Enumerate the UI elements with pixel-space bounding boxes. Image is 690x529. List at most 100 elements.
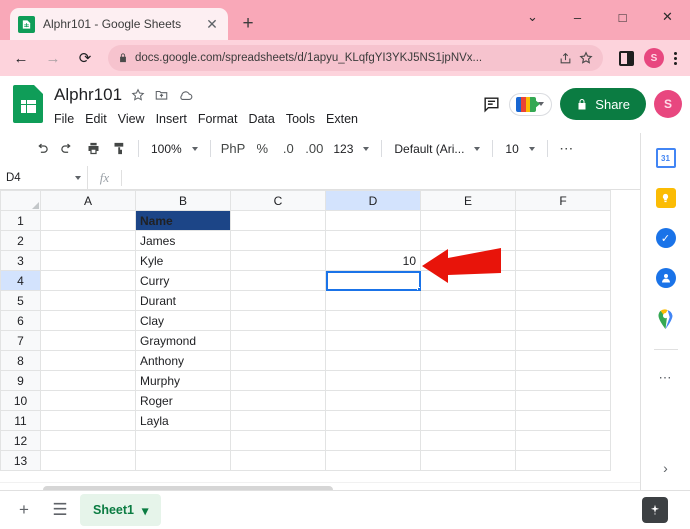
cell-e8[interactable] xyxy=(420,350,516,371)
cell-d4-selected[interactable] xyxy=(325,270,421,291)
cell-f12[interactable] xyxy=(515,430,611,451)
column-header-b[interactable]: B xyxy=(135,190,231,211)
document-title[interactable]: Alphr101 xyxy=(54,85,122,105)
print-icon[interactable] xyxy=(80,136,106,162)
cloud-saved-icon[interactable] xyxy=(178,89,194,102)
address-bar[interactable]: docs.google.com/spreadsheets/d/1apyu_KLq… xyxy=(108,45,603,71)
select-all-corner[interactable] xyxy=(0,190,41,211)
menu-item-data[interactable]: Data xyxy=(248,112,274,126)
column-header-a[interactable]: A xyxy=(40,190,136,211)
cell-b12[interactable] xyxy=(135,430,231,451)
cell-e12[interactable] xyxy=(420,430,516,451)
cell-c8[interactable] xyxy=(230,350,326,371)
menu-item-file[interactable]: File xyxy=(54,112,74,126)
cell-f8[interactable] xyxy=(515,350,611,371)
explore-icon[interactable] xyxy=(642,497,668,523)
cell-a3[interactable] xyxy=(40,250,136,271)
column-header-f[interactable]: F xyxy=(515,190,611,211)
cell-d9[interactable] xyxy=(325,370,421,391)
cell-f4[interactable] xyxy=(515,270,611,291)
google-tasks-icon[interactable]: ✓ xyxy=(655,227,677,249)
row-header[interactable]: 5 xyxy=(0,290,41,311)
cell-a5[interactable] xyxy=(40,290,136,311)
side-panel-more-icon[interactable]: ⋯ xyxy=(659,370,673,386)
profile-avatar[interactable]: S xyxy=(644,48,664,68)
row-header[interactable]: 2 xyxy=(0,230,41,251)
menu-item-insert[interactable]: Insert xyxy=(156,112,187,126)
move-to-folder-icon[interactable] xyxy=(154,88,169,102)
new-tab-button[interactable]: + xyxy=(234,10,262,38)
cell-d13[interactable] xyxy=(325,450,421,471)
cell-e1[interactable] xyxy=(420,210,516,231)
column-header-e[interactable]: E xyxy=(420,190,516,211)
cell-a7[interactable] xyxy=(40,330,136,351)
cell-c3[interactable] xyxy=(230,250,326,271)
cell-e11[interactable] xyxy=(420,410,516,431)
cell-f5[interactable] xyxy=(515,290,611,311)
cell-d2[interactable] xyxy=(325,230,421,251)
more-options-icon[interactable]: ⋯ xyxy=(554,136,580,162)
cell-b3[interactable]: Kyle xyxy=(135,250,231,271)
row-header[interactable]: 11 xyxy=(0,410,41,431)
cell-c11[interactable] xyxy=(230,410,326,431)
chevron-down-icon[interactable]: ▾ xyxy=(142,503,148,518)
cell-b11[interactable]: Layla xyxy=(135,410,231,431)
cell-c13[interactable] xyxy=(230,450,326,471)
back-icon[interactable]: ← xyxy=(6,43,36,73)
google-maps-icon[interactable] xyxy=(655,307,677,329)
cell-e7[interactable] xyxy=(420,330,516,351)
row-header[interactable]: 7 xyxy=(0,330,41,351)
cell-a1[interactable] xyxy=(40,210,136,231)
cell-a8[interactable] xyxy=(40,350,136,371)
star-icon[interactable] xyxy=(131,88,145,102)
side-panel-expand-icon[interactable]: › xyxy=(663,460,668,476)
cell-e5[interactable] xyxy=(420,290,516,311)
cell-c12[interactable] xyxy=(230,430,326,451)
cell-d7[interactable] xyxy=(325,330,421,351)
cell-c10[interactable] xyxy=(230,390,326,411)
cell-f3[interactable] xyxy=(515,250,611,271)
cell-b5[interactable]: Durant xyxy=(135,290,231,311)
cell-b4[interactable]: Curry xyxy=(135,270,231,291)
cell-d12[interactable] xyxy=(325,430,421,451)
cell-b9[interactable]: Murphy xyxy=(135,370,231,391)
menu-item-extensions[interactable]: Exten xyxy=(326,112,358,126)
comment-icon[interactable] xyxy=(482,95,501,114)
cell-a2[interactable] xyxy=(40,230,136,251)
add-sheet-icon[interactable]: + xyxy=(8,494,40,526)
percent-format-button[interactable]: % xyxy=(249,136,275,162)
tab-search-icon[interactable]: ⌄ xyxy=(510,0,555,34)
more-formats-button[interactable]: 123 xyxy=(327,136,375,162)
cell-b13[interactable] xyxy=(135,450,231,471)
column-header-d[interactable]: D xyxy=(325,190,421,211)
menu-item-tools[interactable]: Tools xyxy=(286,112,315,126)
cell-a9[interactable] xyxy=(40,370,136,391)
cell-b8[interactable]: Anthony xyxy=(135,350,231,371)
cell-e6[interactable] xyxy=(420,310,516,331)
star-icon[interactable] xyxy=(579,51,593,65)
maximize-icon[interactable]: □ xyxy=(600,0,645,34)
decrease-decimal-button[interactable]: .0 xyxy=(275,136,301,162)
reload-icon[interactable]: ⟳ xyxy=(70,43,100,73)
cell-e13[interactable] xyxy=(420,450,516,471)
cell-f1[interactable] xyxy=(515,210,611,231)
cell-c5[interactable] xyxy=(230,290,326,311)
sheets-logo-icon[interactable] xyxy=(10,84,46,124)
currency-format-button[interactable]: PhP xyxy=(217,136,250,162)
cell-d10[interactable] xyxy=(325,390,421,411)
browser-tab[interactable]: Alphr101 - Google Sheets ✕ xyxy=(10,8,228,40)
grid-scroll-region[interactable]: A B C D E F 1 Name 2 James 3 Kyle 10 4 C… xyxy=(0,190,677,482)
window-close-icon[interactable]: ✕ xyxy=(645,0,690,34)
cell-f11[interactable] xyxy=(515,410,611,431)
fill-handle[interactable] xyxy=(417,287,420,290)
cell-b1[interactable]: Name xyxy=(135,210,231,231)
google-contacts-icon[interactable] xyxy=(655,267,677,289)
cell-a13[interactable] xyxy=(40,450,136,471)
cell-d8[interactable] xyxy=(325,350,421,371)
cell-f7[interactable] xyxy=(515,330,611,351)
cell-a4[interactable] xyxy=(40,270,136,291)
cell-f13[interactable] xyxy=(515,450,611,471)
cell-c4[interactable] xyxy=(230,270,326,291)
row-header[interactable]: 3 xyxy=(0,250,41,271)
close-icon[interactable]: ✕ xyxy=(204,16,220,32)
